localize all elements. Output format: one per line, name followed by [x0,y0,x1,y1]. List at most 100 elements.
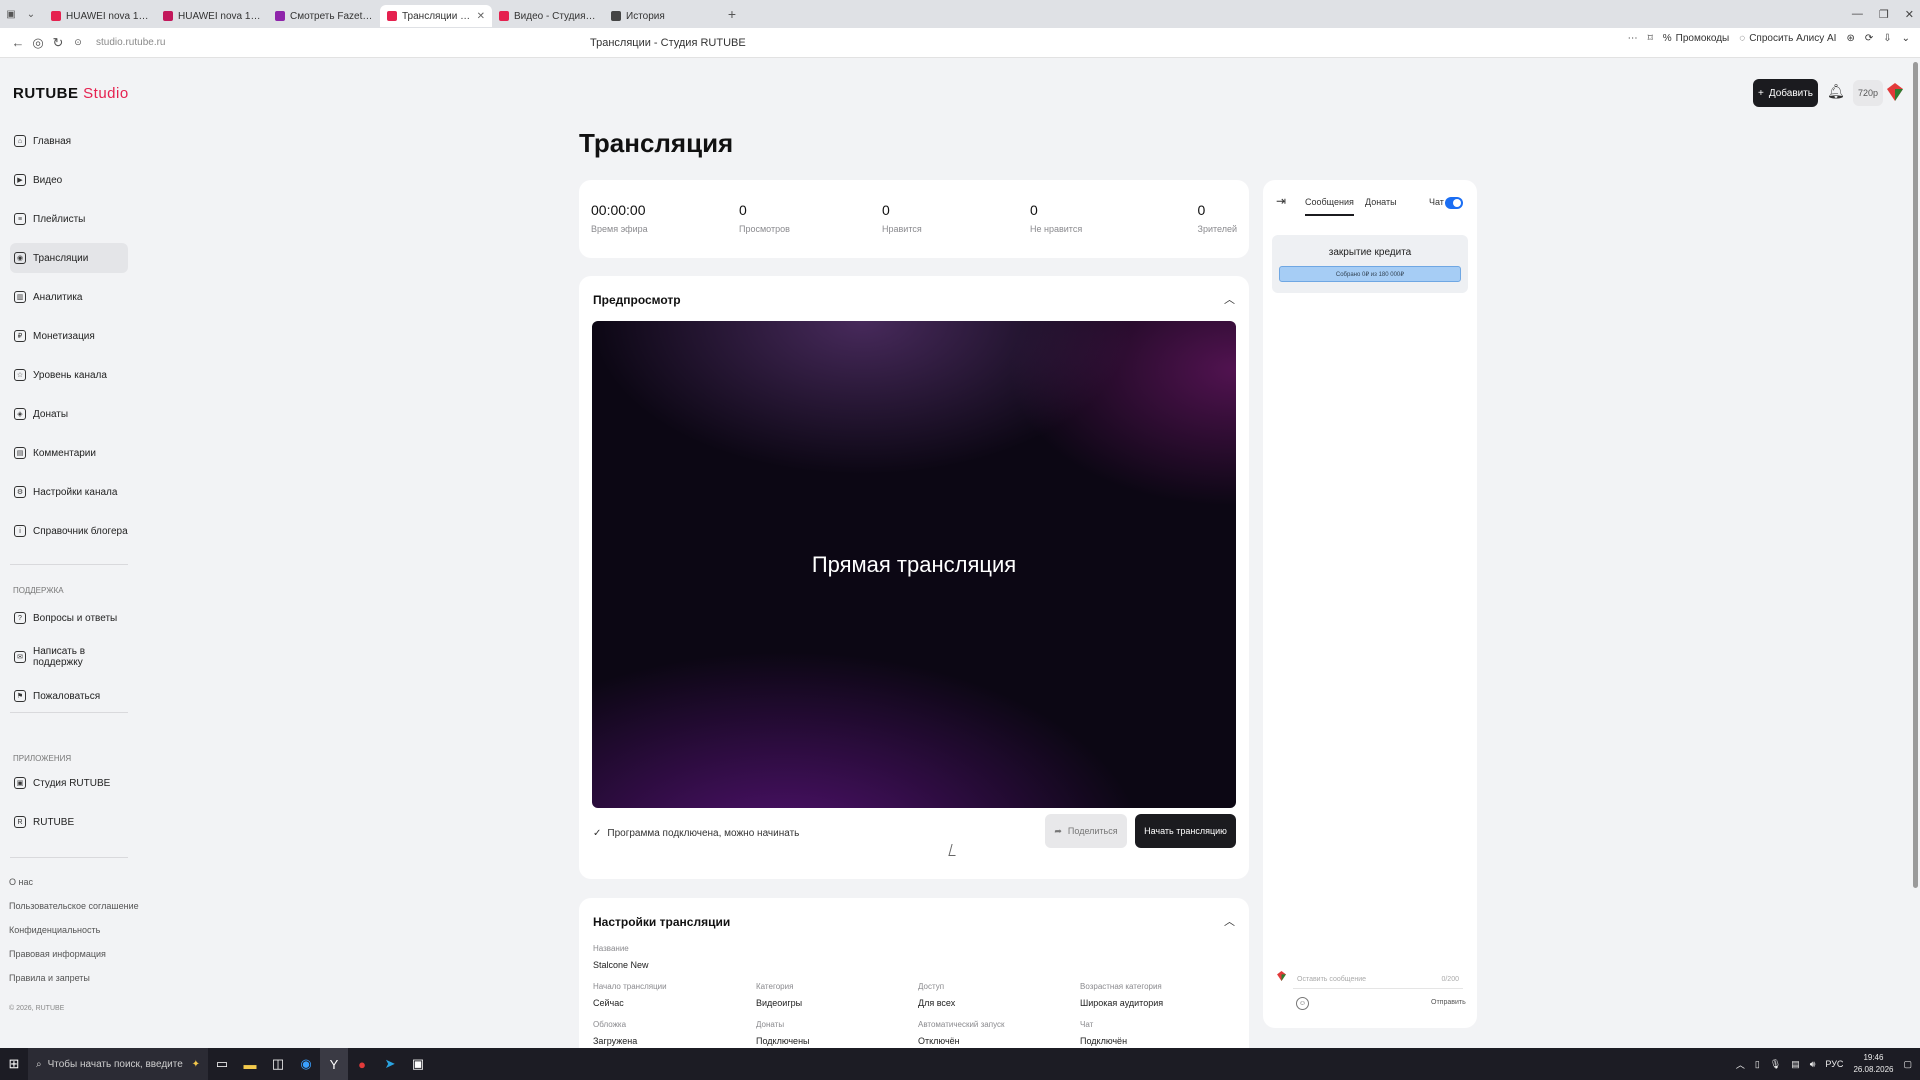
setting-label: Начало трансляции [593,982,667,991]
sidebar-item[interactable]: ▣ Студия RUTUBE [10,768,128,798]
tab-label: Трансляции - Студия R [402,10,472,22]
volume-icon[interactable]: 🔊︎ [1810,1059,1816,1070]
settings-card: Настройки трансляции ︿ Название Stalcone… [579,898,1249,1048]
network-icon[interactable]: ▤ [1791,1059,1800,1070]
sidebar-item[interactable]: ◉ Трансляции [10,243,128,273]
browser-tab[interactable]: Видео - Студия RUTUBE [492,5,604,27]
bookmark-icon[interactable]: ⌑ [1648,33,1653,44]
minimize-icon[interactable]: — [1852,8,1863,20]
telegram-icon[interactable]: ➤ [376,1048,404,1080]
stream-preview[interactable]: Прямая трансляция [592,321,1236,808]
sidebar-item[interactable]: ⚙ Настройки канала [10,477,128,507]
close-tab-icon[interactable]: ✕ [477,11,485,22]
sidebar-item-label: Студия RUTUBE [33,777,111,789]
url-field[interactable]: studio.rutube.ru [96,37,166,48]
close-window-icon[interactable]: ✕ [1905,8,1914,21]
share-button[interactable]: ➦ Поделиться [1045,814,1127,848]
add-button[interactable]: + Добавить [1753,79,1818,107]
tab-actions-icon[interactable]: ▣ [4,7,18,21]
chat-toggle[interactable] [1445,197,1463,209]
setting-value: Для всех [918,998,956,1008]
sidebar-item-label: Справочник блогера [33,525,128,537]
app-icon[interactable]: ▣ [404,1048,432,1080]
promo-button[interactable]: % Промокоды [1663,33,1730,44]
sidebar-item[interactable]: ▥ Аналитика [10,282,128,312]
extension-icon[interactable]: ⊛ [1846,33,1854,44]
setting-value: Stalcone New [593,960,649,970]
notifications-icon[interactable]: ▢ [1903,1059,1912,1070]
resolution-badge[interactable]: 720p [1853,80,1883,106]
setting-label: Название [593,944,629,953]
edge-icon[interactable]: ◉ [292,1048,320,1080]
tab-favicon-icon [499,11,509,21]
downloads-icon[interactable]: ⇩ [1883,33,1891,44]
sidebar-item[interactable]: ⌂ Главная [10,126,128,156]
chat-message-input[interactable]: Оставить сообщение 0/200 [1293,971,1463,989]
emoji-icon[interactable]: ☺ [1296,997,1309,1010]
studio-app-icon: ▣ [14,777,26,789]
tray-chevron-icon[interactable]: ︿ [1736,1058,1745,1071]
bell-icon[interactable]: 🔔︎ [1827,83,1845,100]
browser-tab[interactable]: HUAWEI nova 15 Pro 12/2 [44,5,156,27]
store-icon[interactable]: ◫ [264,1048,292,1080]
more-icon[interactable]: ⋯ [1628,33,1638,44]
sidebar-item[interactable]: ✉ Написать в поддержку [10,642,128,672]
mic-icon[interactable]: 🎙︎ [1770,1059,1781,1070]
sidebar-item-label: Видео [33,174,63,186]
alice-button[interactable]: ◌ Спросить Алису AI [1739,33,1836,44]
sidebar-item[interactable]: ₽ Монетизация [10,321,128,351]
shield-icon[interactable]: ◎ [28,35,48,51]
browser-tab[interactable]: HUAWEI nova 15 Pro 12/2 [156,5,268,27]
footer-link[interactable]: Правила и запреты [9,973,90,983]
sidebar-item[interactable]: ⚑ Пожаловаться [10,681,128,711]
language-indicator[interactable]: РУС [1825,1059,1843,1069]
browser-tab[interactable]: История [604,5,716,27]
sidebar-item[interactable]: ☆ Уровень канала [10,360,128,390]
tab-favicon-icon [611,11,621,21]
sidebar-item[interactable]: ? Вопросы и ответы [10,603,128,633]
sidebar-item[interactable]: ▶ Видео [10,165,128,195]
browser-tab[interactable]: Смотреть Fazetoro на RU [268,5,380,27]
collapse-chat-icon[interactable]: ⇥ [1276,194,1286,208]
task-view-icon[interactable]: ▭ [208,1048,236,1080]
back-icon[interactable]: ← [8,35,28,50]
obs-icon[interactable]: ● [348,1048,376,1080]
plus-icon: + [1757,87,1764,99]
reload-icon[interactable]: ↻ [48,35,68,51]
sidebar-item[interactable]: ≡ Плейлисты [10,204,128,234]
explorer-icon[interactable]: ▬ [236,1048,264,1080]
restore-icon[interactable]: ❐ [1879,8,1889,21]
chevron-up-icon[interactable]: ︿ [1224,291,1235,307]
footer-link[interactable]: Пользовательское соглашение [9,901,139,911]
windows-start-icon[interactable]: ⊞ [0,1056,28,1072]
send-button[interactable]: Отправить [1431,999,1466,1006]
sidebar-item[interactable]: ◈ Донаты [10,399,128,429]
stat-value: 0 [739,202,747,218]
chevron-up-icon[interactable]: ︿ [1224,913,1235,929]
footer-link[interactable]: О нас [9,877,33,887]
footer-link[interactable]: Правовая информация [9,949,106,959]
new-tab-button[interactable]: + [722,4,742,24]
menu-chevron-icon[interactable]: ⌄ [1902,33,1910,44]
system-tray: ︿ ▯ 🎙︎ ▤ 🔊︎ РУС 19:46 26.08.2026 ▢ [1736,1048,1912,1080]
taskbar-search[interactable]: ⌕ Чтобы начать поиск, введите ✦ [28,1048,208,1080]
gear-icon: ⚙ [14,486,26,498]
battery-icon[interactable]: ▯ [1755,1059,1760,1070]
sidebar-item[interactable]: R RUTUBE [10,807,128,837]
promo-label: Промокоды [1675,33,1730,44]
rutube-studio-logo[interactable]: RUTUBE Studio [13,85,129,102]
tab-messages[interactable]: Сообщения [1305,197,1354,216]
browser-tab[interactable]: Трансляции - Студия R ✕ [380,5,492,27]
sync-icon[interactable]: ⟳ [1865,33,1873,44]
tab-donates[interactable]: Донаты [1365,197,1397,207]
clock[interactable]: 19:46 26.08.2026 [1853,1052,1893,1076]
avatar[interactable] [1887,83,1903,101]
sidebar-item[interactable]: ▤ Комментарии [10,438,128,468]
yandex-browser-icon[interactable]: Y [320,1048,348,1080]
sidebar-item[interactable]: i Справочник блогера [10,516,128,546]
footer-link[interactable]: Конфиденциальность [9,925,100,935]
tab-list-chevron-icon[interactable]: ⌄ [24,7,38,21]
start-stream-button[interactable]: Начать трансляцию [1135,814,1236,848]
stat-value: 0 [1197,202,1206,218]
page-scrollbar[interactable] [1913,62,1918,888]
